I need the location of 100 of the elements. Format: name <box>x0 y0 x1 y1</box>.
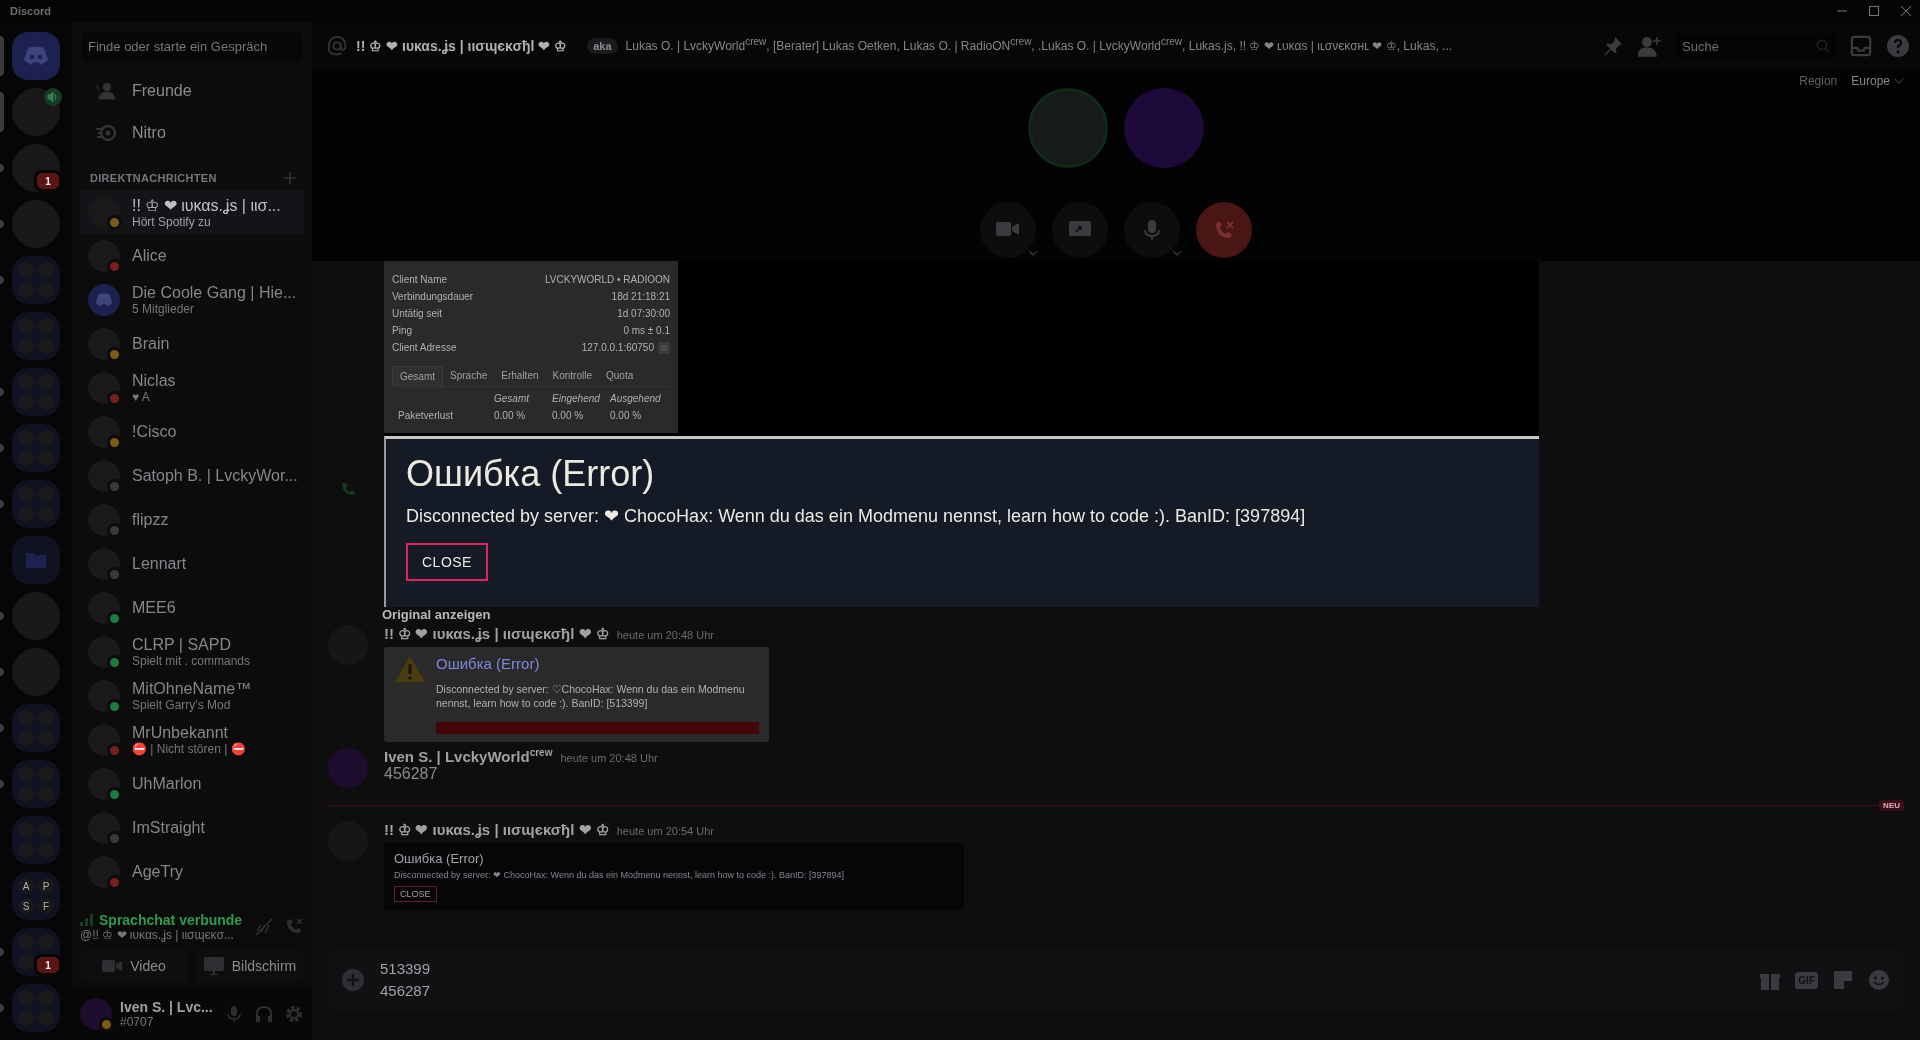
server-initial: F <box>38 898 54 914</box>
folder-icon <box>25 551 47 569</box>
dm-name: Niclas <box>132 372 176 390</box>
dm-name: !! ♔ ❤ ιυκαѕ.ʝѕ | ιισ... <box>132 195 281 215</box>
message-author: !! ♔ ❤ ιυκαѕ.ʝѕ | ιισɰєκσђl ❤ ♔ <box>384 821 609 839</box>
pin-icon[interactable] <box>1602 35 1624 57</box>
search-icon <box>1816 39 1830 53</box>
attachment-close-button[interactable]: CLOSE <box>394 886 437 902</box>
attachment-title: Ошибка (Error) <box>394 851 485 866</box>
dm-status-text: Hört Spotify zu <box>132 214 212 229</box>
tab[interactable]: Kontrolle <box>545 366 599 386</box>
new-badge: NEU <box>1879 800 1904 811</box>
tab[interactable]: Quota <box>599 366 641 386</box>
region-dropdown[interactable]: Europe <box>1851 74 1904 88</box>
hang-up-button[interactable] <box>1196 202 1252 258</box>
original-link[interactable]: Original anzeigen <box>382 607 491 623</box>
noise-suppression-icon[interactable] <box>254 917 274 937</box>
server-folder[interactable] <box>12 704 60 752</box>
inbox-icon[interactable] <box>1850 35 1872 57</box>
nav-item[interactable]: Freunde <box>80 70 304 112</box>
search-field[interactable]: Finde oder starte ein Gespräch <box>82 32 302 60</box>
dm-item[interactable]: Brain <box>80 322 304 366</box>
server-folder[interactable] <box>12 368 60 416</box>
server-folder[interactable] <box>12 816 60 864</box>
info-label: Client Name <box>392 274 448 285</box>
microphone-icon[interactable] <box>224 1004 244 1024</box>
dm-name: ImStraight <box>132 819 205 837</box>
server-folder[interactable]: A P S F <box>12 872 60 920</box>
dm-name: AgeTry <box>132 863 183 881</box>
mini-server-icon <box>18 954 34 970</box>
table-cell-text: 0.00 % <box>494 410 527 421</box>
server-folder[interactable] <box>12 760 60 808</box>
embed-text: Disconnected by server: ♡ChocoHax: Wenn du das ein Modmenu nennst, learn how to code :). BanID: [513399] <box>436 682 746 710</box>
dm-item[interactable]: !Cisco <box>80 410 304 454</box>
section-heading: DIREKTNACHRICHTEN <box>90 172 217 184</box>
add-icon[interactable] <box>342 969 364 991</box>
dm-name: !Cisco <box>132 423 177 441</box>
dm-item[interactable]: MEE6 <box>80 586 304 630</box>
group-logo-icon <box>94 293 114 307</box>
server-folder[interactable] <box>12 536 60 584</box>
dm-item[interactable]: Die Coole Gang | Hie... 5 Mitglieder <box>80 278 304 322</box>
user-tag: #0707 <box>120 1015 213 1029</box>
tab[interactable]: Erhalten <box>494 366 546 386</box>
server-folder[interactable] <box>12 480 60 528</box>
server-folder[interactable] <box>12 424 60 472</box>
dm-item[interactable]: AgeTry <box>80 850 304 894</box>
dm-item[interactable]: Niclas ♥ A <box>80 366 304 410</box>
dm-item[interactable]: ImStraight <box>80 806 304 850</box>
settings-icon[interactable] <box>284 1004 304 1024</box>
copy-icon[interactable] <box>658 341 670 354</box>
server-initial: P <box>38 878 54 894</box>
dm-name: CLRP | SAPD <box>132 636 232 654</box>
dm-item[interactable]: MrUnbekannt ⛔ | Nicht stören | ⛔ <box>80 718 304 762</box>
dm-item[interactable]: Satoph B. | LvckyWor... <box>80 454 304 498</box>
close-icon[interactable] <box>1900 5 1912 17</box>
dm-name: MEE6 <box>132 599 176 617</box>
add-friend-icon[interactable] <box>1638 35 1662 57</box>
server-avatar[interactable] <box>12 88 60 136</box>
camera-icon <box>102 959 123 973</box>
maximize-icon[interactable] <box>1868 5 1880 17</box>
info-value: 0 ms ± 0.1 <box>623 325 670 336</box>
server-folder[interactable] <box>12 984 60 1032</box>
sticker-icon[interactable] <box>1832 969 1854 991</box>
message-input[interactable]: 513399 456287 <box>380 956 1744 1004</box>
app-title: Discord <box>10 5 51 17</box>
screen-share-icon <box>203 957 224 975</box>
info-label: Verbindungsdauer <box>392 291 474 302</box>
dm-status-text: Spielt Garry's Mod <box>132 698 232 712</box>
help-icon[interactable] <box>1886 34 1910 58</box>
unread-badge: 1 <box>34 954 62 976</box>
embed-title: Ошибка (Error) <box>436 655 541 672</box>
nav-item[interactable]: Nitro <box>80 112 304 154</box>
dm-name: Brain <box>132 335 170 353</box>
message-text: 456287 <box>384 765 439 783</box>
dm-status-text: ♥ A <box>132 390 151 404</box>
dm-item[interactable]: UhMarlon <box>80 762 304 806</box>
dm-item[interactable]: flipzz <box>80 498 304 542</box>
dm-item[interactable]: CLRP | SAPD Spielt mit . commands <box>80 630 304 674</box>
home-button[interactable] <box>12 32 60 80</box>
server-folder[interactable] <box>12 256 60 304</box>
tab[interactable]: Gesamt <box>392 366 443 386</box>
dm-item[interactable]: !! ♔ ❤ ιυκαѕ.ʝѕ | ιισ... Hört Spotify zu <box>80 190 304 234</box>
dm-item[interactable]: MitOhneName™ Spielt Garry's Mod <box>80 674 304 718</box>
tab[interactable]: Sprache <box>443 366 495 386</box>
add-icon[interactable] <box>284 172 296 184</box>
close-button[interactable]: CLOSE <box>406 543 488 581</box>
info-value: LVCKYWORLD • RADIOON <box>545 274 670 285</box>
server-folder[interactable] <box>12 312 60 360</box>
chat-logo-icon <box>22 46 50 66</box>
dm-item[interactable]: Lennart <box>80 542 304 586</box>
emoji-icon[interactable] <box>1868 969 1890 991</box>
info-label: Untätig seit <box>392 308 443 319</box>
dm-name: Die Coole Gang | Hie... <box>132 284 296 302</box>
headphones-icon[interactable] <box>254 1004 274 1024</box>
info-value: 127.0.0.1:60750 <box>581 342 654 353</box>
dm-item[interactable]: Alice <box>80 234 304 278</box>
dm-name: MrUnbekannt <box>132 724 230 742</box>
attachment-text: Disconnected by server: ❤ ChocoHax: Wenn du das ein Modmenu nennst, learn how to code :). BanID: [397894] <box>394 870 846 880</box>
server-initial: S <box>18 898 34 914</box>
dialog-title: Ошибка (Error) <box>406 453 656 495</box>
